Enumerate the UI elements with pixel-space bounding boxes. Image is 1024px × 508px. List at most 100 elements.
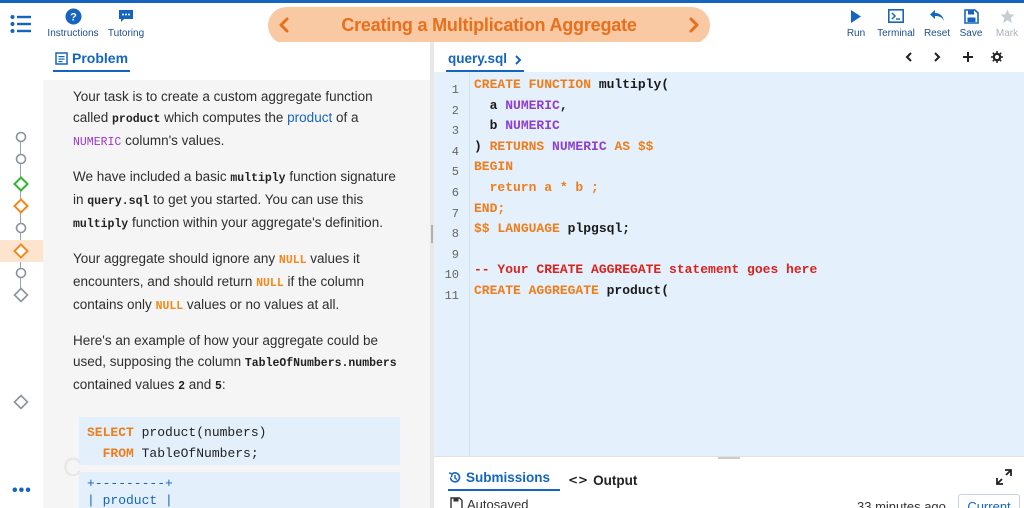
reset-label: Reset	[923, 28, 951, 39]
sql-keyword: $$	[637, 139, 654, 154]
line-number: 6	[451, 186, 459, 200]
step-circle-icon[interactable]	[13, 265, 29, 281]
sql-type: NUMERIC	[505, 118, 560, 133]
sql-keyword: LANGUAGE	[497, 221, 560, 236]
sql-text: a	[474, 98, 498, 113]
line-number: 10	[444, 268, 459, 282]
step-navigation-rail: •••	[0, 42, 43, 508]
line-number: 2	[451, 104, 459, 118]
instructions-label: Instructions	[47, 28, 99, 39]
sql-text: a * b ;	[536, 180, 599, 195]
terminal-button[interactable]: Terminal	[873, 7, 919, 41]
next-exercise-arrow-icon[interactable]	[684, 16, 702, 34]
save-label: Save	[959, 28, 983, 39]
code-editor[interactable]: query.sql 1 2 3 4 5 6 7 8 9 10 11 CREATE FUNCTION …	[434, 42, 1024, 456]
floppy-disk-icon	[963, 8, 979, 24]
line-number: 8	[451, 227, 459, 241]
text: contained values	[73, 377, 179, 392]
outline-menu-icon[interactable]	[10, 13, 32, 35]
problem-paragraph: Here's an example of how your aggregate …	[73, 330, 403, 397]
new-file-plus-icon[interactable]	[961, 50, 975, 64]
run-label: Run	[846, 28, 866, 39]
run-button[interactable]: Run	[843, 7, 869, 41]
current-step-diamond-icon[interactable]	[13, 243, 29, 259]
sql-keyword: BEGIN	[474, 159, 514, 174]
exercise-title-pill: Creating a Multiplication Aggregate	[268, 7, 710, 44]
editor-settings-gear-icon[interactable]	[990, 50, 1004, 64]
sql-keyword: SELECT	[87, 425, 134, 440]
splitter-grip[interactable]	[431, 225, 433, 243]
step-circle-icon[interactable]	[13, 220, 29, 236]
exercise-title: Creating a Multiplication Aggregate	[341, 15, 637, 35]
tab-submissions-label: Submissions	[466, 470, 551, 485]
sql-text: multiply(	[591, 77, 670, 92]
product-link[interactable]: product	[287, 110, 332, 125]
tab-output[interactable]: <> Output	[568, 469, 637, 491]
tab-problem[interactable]: Problem	[53, 48, 131, 72]
text: :	[221, 377, 226, 392]
line-number-gutter: 1 2 3 4 5 6 7 8 9 10 11	[434, 72, 470, 456]
scroll-tabs-left-icon[interactable]	[902, 50, 916, 64]
autosaved-label: Autosaved	[467, 497, 529, 508]
sql-keyword: $$	[474, 221, 490, 236]
code-line: -- Your CREATE AGGREGATE statement goes …	[474, 262, 817, 277]
sql-text: )	[474, 139, 490, 154]
chevron-right-icon	[515, 55, 522, 65]
tutoring-button[interactable]: Tutoring	[105, 7, 147, 41]
step-circle-icon[interactable]	[13, 129, 29, 145]
example-output-block: +---------+ | product |	[79, 472, 400, 508]
floppy-disk-icon	[450, 497, 463, 508]
instructions-button[interactable]: ? Instructions	[45, 7, 101, 41]
sql-text: product(	[598, 283, 670, 298]
save-button[interactable]: Save	[957, 7, 985, 41]
more-steps-icon[interactable]: •••	[12, 482, 32, 500]
sql-keyword: END;	[474, 201, 506, 216]
code-line: END;	[474, 201, 505, 216]
file-tab-query-sql[interactable]: query.sql	[446, 48, 525, 72]
mark-label: Mark	[995, 28, 1019, 39]
code-content[interactable]: CREATE FUNCTION multiply( a NUMERIC, b N…	[474, 72, 1019, 456]
resize-grip[interactable]	[718, 457, 740, 459]
step-circle-icon[interactable]	[13, 151, 29, 167]
save-time-ago: 33 minutes ago	[857, 499, 946, 508]
inline-code: query.sql	[87, 195, 150, 208]
text: values or no values at all.	[183, 297, 340, 312]
sql-text: TableOfNumbers;	[133, 446, 259, 461]
previous-exercise-arrow-icon[interactable]	[276, 16, 294, 34]
sql-keyword: CREATE AGGREGATE	[474, 283, 599, 298]
sql-keyword: FROM	[102, 446, 134, 461]
inline-code: multiply	[230, 172, 286, 185]
tab-problem-label: Problem	[72, 50, 129, 66]
line-number: 9	[451, 248, 459, 262]
inline-code: NULL	[278, 254, 307, 267]
scroll-tabs-right-icon[interactable]	[930, 50, 944, 64]
problem-paragraph: We have included a basic multiply functi…	[73, 166, 403, 235]
step-diamond-icon[interactable]	[13, 287, 29, 303]
mark-button[interactable]: Mark	[994, 7, 1020, 41]
step-diamond-orange-icon[interactable]	[13, 198, 29, 214]
code-line: b NUMERIC	[474, 118, 560, 133]
text: column's values.	[121, 133, 225, 148]
sql-type: NUMERIC	[505, 98, 560, 113]
step-diamond-icon[interactable]	[13, 394, 29, 410]
svg-text:?: ?	[70, 11, 77, 23]
inline-code: multiply	[73, 218, 129, 231]
tab-submissions[interactable]: Submissions	[448, 469, 561, 491]
code-line: return a * b ;	[474, 180, 599, 195]
inline-code: NUMERIC	[73, 136, 122, 149]
play-icon	[851, 9, 861, 23]
results-panel: Submissions <> Output Autosaved 33 minut…	[434, 456, 1024, 508]
document-icon	[55, 51, 68, 65]
step-completed-diamond-icon[interactable]	[13, 176, 29, 192]
reset-button[interactable]: Reset	[922, 7, 952, 41]
code-line: +---------+	[87, 476, 173, 491]
terminal-icon	[888, 9, 904, 23]
expand-panel-icon[interactable]	[996, 469, 1012, 485]
current-submission-button[interactable]: Current	[958, 494, 1020, 508]
line-number: 5	[451, 165, 459, 179]
sql-comment: -- Your CREATE AGGREGATE statement goes …	[474, 262, 818, 277]
history-icon	[448, 472, 461, 483]
code-line: a NUMERIC,	[474, 98, 568, 113]
inline-code: TableOfNumbers.numbers	[244, 357, 397, 370]
code-brackets-icon: <>	[568, 473, 589, 487]
